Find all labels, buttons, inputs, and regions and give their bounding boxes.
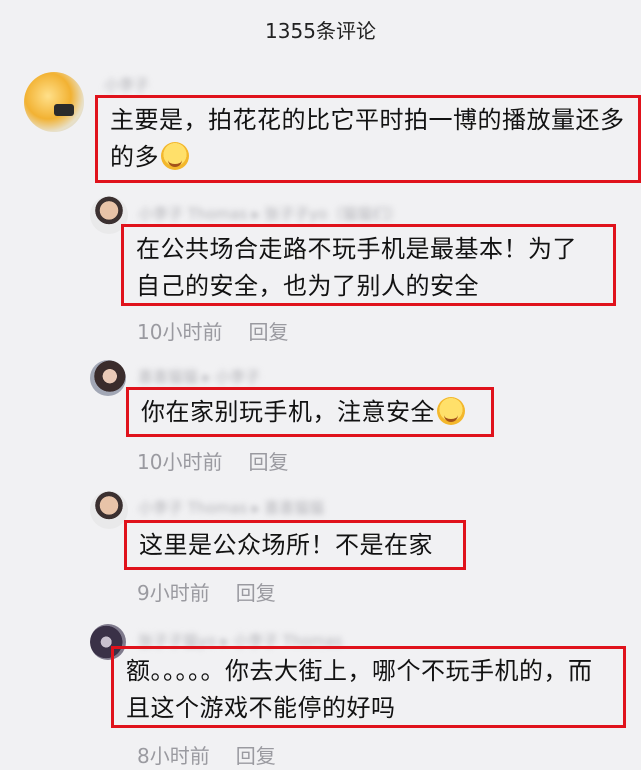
comment-meta: 10小时前 回复 [137,316,288,345]
comment-body: 这里是公众场所！不是在家 [139,531,433,559]
comment-time: 9小时前 [137,581,210,605]
comment-time: 10小时前 [137,320,223,344]
reply-button[interactable]: 回复 [236,744,276,768]
comment-text: 这里是公众场所！不是在家 [124,520,466,570]
comment-author[interactable]: 小李子 Thomas ▸ 喜喜猫猫 [138,497,324,518]
comment-count-title: 1355条评论 [265,19,376,43]
comment-author[interactable]: 小李子 [104,74,149,95]
comment-meta: 10小时前 回复 [137,446,288,475]
comment-text: 额。。。。。你去大街上，哪个不玩手机的，而且这个游戏不能停的好吗 [111,646,626,728]
avatar[interactable] [90,360,126,396]
comment-meta: 8小时前 回复 [137,740,276,769]
comment-body: 额。。。。。你去大街上，哪个不玩手机的，而且这个游戏不能停的好吗 [126,657,593,722]
comment-text: 主要是，拍花花的比它平时拍一博的播放量还多的多 [95,95,641,183]
comment-body: 你在家别玩手机，注意安全 [141,398,435,426]
reply-button[interactable]: 回复 [248,450,288,474]
comment-meta: 9小时前 回复 [137,577,276,606]
comment-author[interactable]: 小李子 Thomas ▸ 张子子yo（猫猫们） [138,203,402,224]
comment-time: 8小时前 [137,744,210,768]
smiling-emoji-icon [437,397,465,425]
reply-button[interactable]: 回复 [248,320,288,344]
avatar[interactable] [90,491,128,529]
comment-time: 10小时前 [137,450,223,474]
comment-text: 你在家别玩手机，注意安全 [126,387,494,437]
avatar[interactable] [24,72,84,132]
comment-text: 在公共场合走路不玩手机是最基本！为了自己的安全，也为了别人的安全 [121,224,616,306]
reply-button[interactable]: 回复 [236,581,276,605]
comment-author[interactable]: 喜喜猫猫 ▸ 小李子 [138,366,260,387]
laughing-tears-emoji-icon [161,142,189,170]
comments-header: 1355条评论 [0,0,641,62]
comment-body: 在公共场合走路不玩手机是最基本！为了自己的安全，也为了别人的安全 [136,235,577,300]
